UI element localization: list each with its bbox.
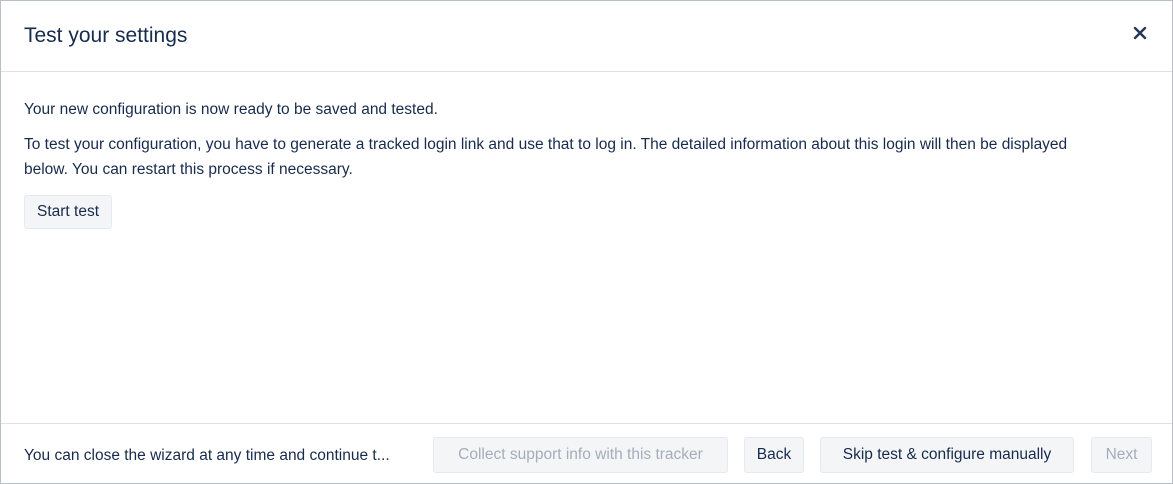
close-button[interactable]: [1128, 21, 1152, 45]
back-button[interactable]: Back: [744, 437, 804, 473]
next-button[interactable]: Next: [1091, 437, 1152, 473]
skip-test-button[interactable]: Skip test & configure manually: [820, 437, 1074, 473]
dialog-body: Your new configuration is now ready to b…: [24, 97, 1112, 182]
dialog-title: Test your settings: [24, 24, 188, 47]
footer-note: You can close the wizard at any time and…: [24, 447, 390, 464]
start-test-button[interactable]: Start test: [24, 195, 113, 229]
test-settings-dialog: Test your settings Your new configuratio…: [0, 0, 1173, 484]
dialog-footer: You can close the wizard at any time and…: [1, 423, 1172, 483]
close-icon: [1133, 26, 1147, 40]
instructions-text: To test your configuration, you have to …: [24, 136, 1068, 178]
collect-support-info-button[interactable]: Collect support info with this tracker: [433, 437, 728, 473]
dialog-header: Test your settings: [1, 1, 1172, 72]
intro-text: Your new configuration is now ready to b…: [24, 101, 438, 118]
